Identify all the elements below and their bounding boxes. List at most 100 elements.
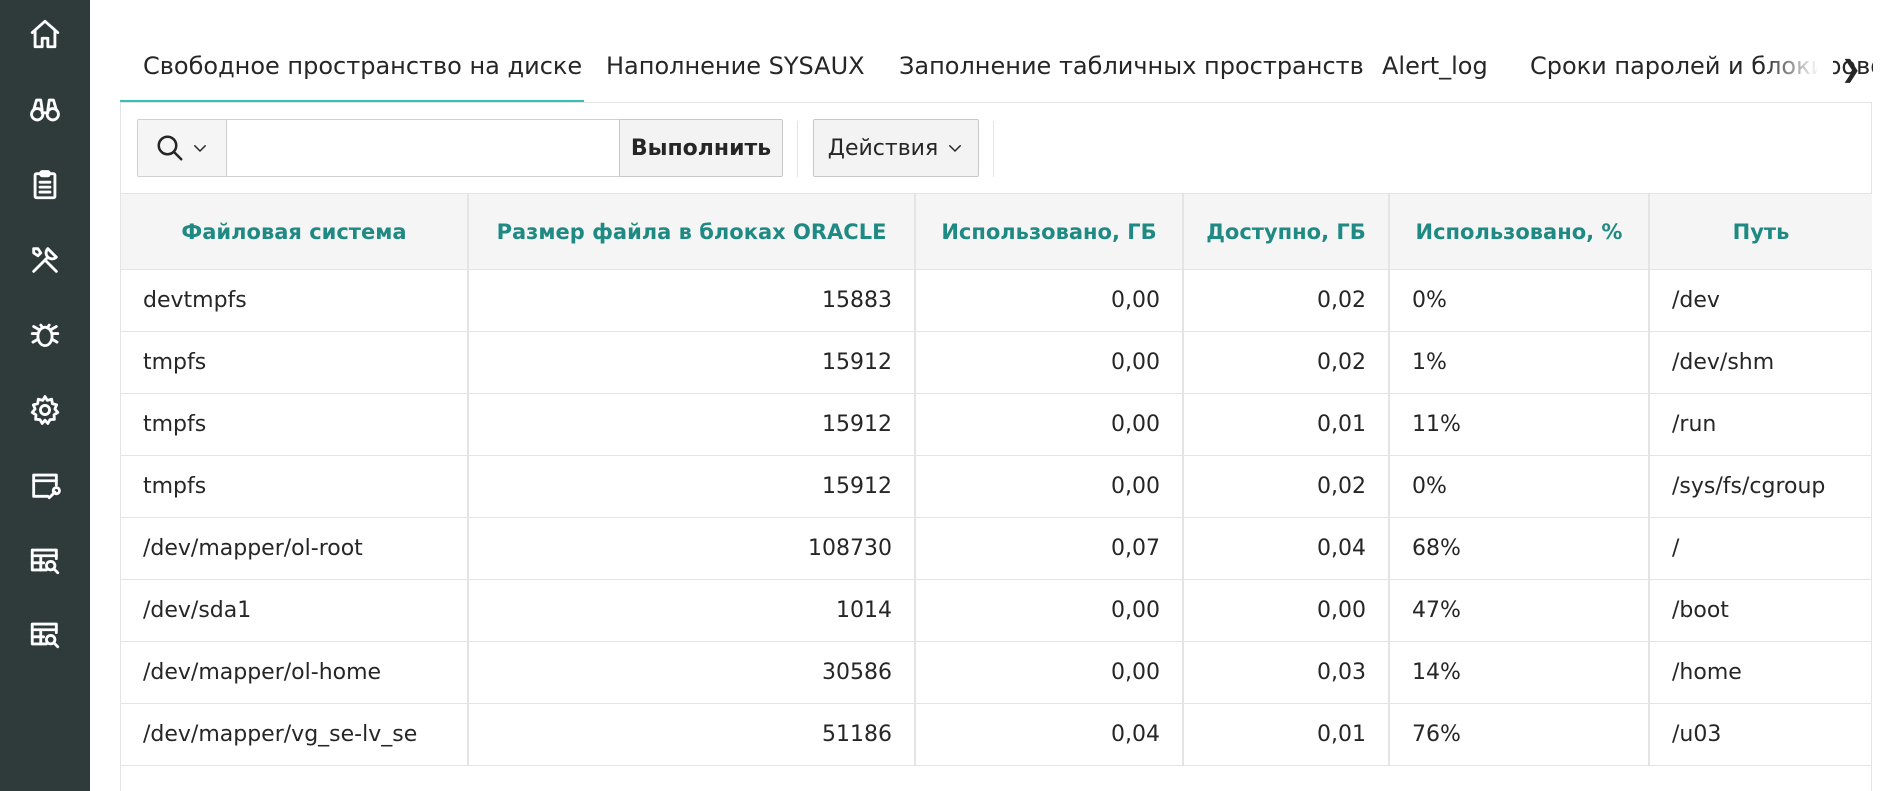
- cell-blocks: 15883: [468, 269, 916, 332]
- search-bar: Выполнить: [137, 119, 783, 177]
- cell-used-gb: 0,07: [915, 517, 1184, 580]
- report-tabs: Свободное пространство на диске Наполнен…: [120, 40, 1873, 104]
- table-row: tmpfs 15912 0,00 0,02 0%/sys/fs/cgroup: [121, 455, 1872, 518]
- nav-debug[interactable]: [0, 305, 90, 365]
- cell-filesystem: tmpfs: [121, 455, 469, 518]
- cell-available-gb: 0,01: [1183, 393, 1390, 456]
- tab-sysaux-fill[interactable]: Наполнение SYSAUX: [606, 40, 865, 104]
- run-button[interactable]: Выполнить: [619, 119, 783, 177]
- cell-available-gb: 0,00: [1183, 579, 1390, 642]
- cell-blocks: 1014: [468, 579, 916, 642]
- table-search-icon: [30, 548, 60, 575]
- search-input[interactable]: [227, 119, 619, 177]
- nav-table-search-1[interactable]: [0, 530, 90, 590]
- column-header-blocks[interactable]: Размер файла в блоках ORACLE: [468, 193, 916, 270]
- cell-available-gb: 0,02: [1183, 269, 1390, 332]
- cell-used-gb: 0,00: [915, 331, 1184, 394]
- nav-admin[interactable]: [0, 455, 90, 515]
- chevron-down-icon: [949, 145, 962, 153]
- disk-space-table: Файловая система Размер файла в блоках O…: [121, 193, 1872, 766]
- cell-filesystem: /dev/sda1: [121, 579, 469, 642]
- cell-used-gb: 0,00: [915, 579, 1184, 642]
- chevron-down-icon: [194, 145, 206, 153]
- search-icon: [157, 135, 183, 161]
- cell-path: /boot: [1649, 579, 1872, 642]
- clipboard-icon: [33, 170, 57, 200]
- table-row: /dev/mapper/ol-home 30586 0,00 0,03 14%/home: [121, 641, 1872, 704]
- cell-filesystem: devtmpfs: [121, 269, 469, 332]
- cell-used-percent: 11%: [1389, 393, 1650, 456]
- home-icon: [30, 19, 60, 49]
- table-body: devtmpfs 15883 0,00 0,02 0%/dev tmpfs 15912 0,0…: [121, 269, 1872, 766]
- nav-reports[interactable]: [0, 155, 90, 215]
- toolbar-divider: [993, 121, 994, 177]
- cell-used-percent: 1%: [1389, 331, 1650, 394]
- cell-used-percent: 68%: [1389, 517, 1650, 580]
- cell-blocks: 15912: [468, 455, 916, 518]
- bug-icon: [30, 323, 60, 348]
- actions-menu-button[interactable]: Действия: [813, 119, 979, 177]
- column-header-used-percent[interactable]: Использовано, %: [1389, 193, 1650, 270]
- left-nav-sidebar: [0, 0, 90, 791]
- cell-used-percent: 0%: [1389, 269, 1650, 332]
- nav-monitoring[interactable]: [0, 80, 90, 140]
- cell-used-percent: 14%: [1389, 641, 1650, 704]
- cell-path: /sys/fs/cgroup: [1649, 455, 1872, 518]
- cell-used-gb: 0,00: [915, 269, 1184, 332]
- cell-path: /: [1649, 517, 1872, 580]
- table-row: /dev/mapper/vg_se-lv_se 51186 0,04 0,01 76% /…: [121, 703, 1872, 766]
- cell-used-gb: 0,04: [915, 703, 1184, 766]
- column-header-path[interactable]: Путь: [1649, 193, 1872, 270]
- column-header-filesystem[interactable]: Файловая система: [121, 193, 469, 270]
- binoculars-icon: [30, 98, 60, 122]
- column-header-used-gb[interactable]: Использовано, ГБ: [915, 193, 1184, 270]
- table-row: tmpfs 15912 0,00 0,02 1%/dev/shm: [121, 331, 1872, 394]
- cell-filesystem: /dev/mapper/ol-root: [121, 517, 469, 580]
- table-header-row: Файловая система Размер файла в блоках O…: [121, 193, 1872, 270]
- actions-label: Действия: [827, 135, 939, 161]
- table-row: /dev/mapper/ol-root 108730 0,07 0,04 68% /: [121, 517, 1872, 580]
- cell-used-percent: 0%: [1389, 455, 1650, 518]
- table-row: /dev/sda1 1014 0,00 0,00 47%/boot: [121, 579, 1872, 642]
- cell-used-percent: 76%: [1389, 703, 1650, 766]
- cell-available-gb: 0,02: [1183, 455, 1390, 518]
- cell-available-gb: 0,03: [1183, 641, 1390, 704]
- table-search-icon: [30, 622, 60, 649]
- cell-used-gb: 0,00: [915, 641, 1184, 704]
- cell-path: /u03: [1649, 703, 1872, 766]
- tab-overflow-fade: [1763, 40, 1833, 104]
- column-header-available-gb[interactable]: Доступно, ГБ: [1183, 193, 1390, 270]
- tab-alert-log[interactable]: Alert_log: [1382, 40, 1488, 104]
- report-region: Выполнить Действия Файловая система Разм…: [120, 102, 1872, 791]
- toolbar-divider: [797, 121, 798, 177]
- cell-filesystem: /dev/mapper/ol-home: [121, 641, 469, 704]
- window-wrench-icon: [32, 473, 61, 500]
- cell-path: /run: [1649, 393, 1872, 456]
- cell-blocks: 15912: [468, 393, 916, 456]
- cell-blocks: 15912: [468, 331, 916, 394]
- cell-available-gb: 0,04: [1183, 517, 1390, 580]
- tools-icon: [32, 247, 58, 273]
- tab-free-disk-space[interactable]: Свободное пространство на диске: [120, 40, 584, 104]
- cell-filesystem: tmpfs: [121, 331, 469, 394]
- search-column-selector[interactable]: [137, 119, 227, 177]
- nav-table-search-2[interactable]: [0, 604, 90, 664]
- cell-used-gb: 0,00: [915, 393, 1184, 456]
- nav-home[interactable]: [0, 4, 90, 64]
- cell-blocks: 51186: [468, 703, 916, 766]
- cell-blocks: 30586: [468, 641, 916, 704]
- cell-used-percent: 47%: [1389, 579, 1650, 642]
- nav-settings[interactable]: [0, 380, 90, 440]
- cell-path: /dev: [1649, 269, 1872, 332]
- cell-filesystem: /dev/mapper/vg_se-lv_se: [121, 703, 469, 766]
- cell-used-gb: 0,00: [915, 455, 1184, 518]
- cell-path: /dev/shm: [1649, 331, 1872, 394]
- nav-tools[interactable]: [0, 230, 90, 290]
- gear-icon: [30, 395, 60, 425]
- report-toolbar: Выполнить Действия: [121, 103, 1871, 193]
- table-row: devtmpfs 15883 0,00 0,02 0%/dev: [121, 269, 1872, 332]
- cell-blocks: 108730: [468, 517, 916, 580]
- tab-scroll-right-button[interactable]: ❯: [1841, 54, 1871, 84]
- cell-filesystem: tmpfs: [121, 393, 469, 456]
- tab-tablespace-fill[interactable]: Заполнение табличных пространств: [899, 40, 1364, 104]
